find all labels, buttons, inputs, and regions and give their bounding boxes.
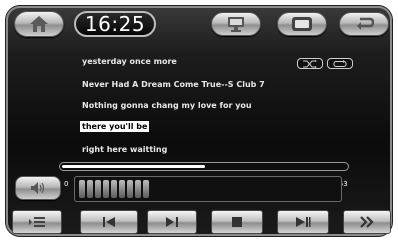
lyric-line: Nothing gonna chang my love for you [82, 101, 252, 110]
speaker-icon [31, 182, 45, 194]
play-pause-icon [166, 217, 178, 227]
volume-segment [95, 180, 101, 198]
lyric-line-current: there you'll be [80, 121, 150, 132]
progress-fill [62, 165, 205, 168]
volume-button[interactable] [15, 176, 61, 200]
window-icon [292, 17, 312, 31]
repeat-button[interactable] [327, 58, 353, 69]
shuffle-button[interactable] [297, 58, 323, 69]
volume-segment [135, 180, 141, 198]
stop-button[interactable] [211, 210, 263, 234]
home-icon [30, 16, 48, 32]
progress-bar[interactable] [59, 162, 349, 171]
playlist-icon [29, 217, 45, 227]
double-chevron-icon [360, 216, 374, 228]
playlist-button[interactable] [12, 210, 62, 234]
play-pause-button[interactable] [147, 210, 197, 234]
previous-track-icon [103, 217, 115, 227]
monitor-icon [228, 17, 244, 32]
window-button[interactable] [277, 12, 327, 36]
lyric-line: Never Had A Dream Come True--S Club 7 [82, 80, 265, 89]
volume-segment [143, 180, 149, 198]
more-button[interactable] [343, 210, 391, 234]
volume-segment [119, 180, 125, 198]
elapsed-time: 0 [64, 180, 69, 188]
volume-segment [103, 180, 109, 198]
stop-icon [232, 217, 242, 227]
monitor-button[interactable] [211, 12, 261, 36]
back-arrow-icon [357, 17, 374, 30]
lyric-line: yesterday once more [82, 57, 177, 66]
shuffle-icon [303, 59, 317, 68]
clock-display: 16:25 [74, 11, 156, 37]
home-button[interactable] [14, 11, 64, 37]
volume-segment [127, 180, 133, 198]
previous-button[interactable] [80, 210, 138, 234]
next-track-icon [296, 217, 311, 227]
volume-segment [87, 180, 93, 198]
repeat-icon [333, 59, 347, 67]
volume-segment [79, 180, 85, 198]
lyric-line: right here waitting [82, 145, 168, 154]
next-button[interactable] [277, 210, 329, 234]
back-button[interactable] [339, 12, 389, 36]
volume-segment [111, 180, 117, 198]
